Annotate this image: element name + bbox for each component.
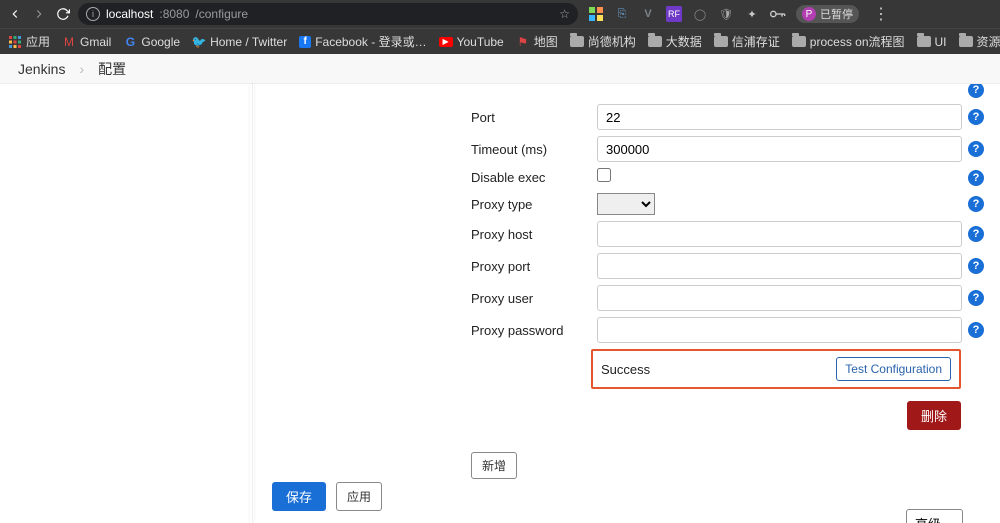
folder-icon: [917, 35, 931, 49]
port-input[interactable]: [597, 104, 962, 130]
twitter-icon: 🐦: [192, 35, 206, 49]
disable-exec-checkbox[interactable]: [597, 168, 611, 182]
port-label: Port: [471, 110, 591, 125]
bookmarks-bar: 应用 MGmail GGoogle 🐦Home / Twitter fFaceb…: [0, 28, 1000, 54]
proxy-host-input[interactable]: [597, 221, 962, 247]
help-icon[interactable]: ?: [968, 196, 984, 212]
test-configuration-button[interactable]: Test Configuration: [836, 357, 951, 381]
advanced-button[interactable]: 高级…: [906, 509, 963, 523]
test-configuration-box: Success Test Configuration: [591, 349, 961, 389]
folder-icon: [792, 35, 806, 49]
folder-icon: [714, 35, 728, 49]
test-status: Success: [601, 362, 650, 377]
delete-button[interactable]: 删除: [907, 401, 961, 430]
form-area: ? Port ? Timeout (ms) ? Disable exec ? P…: [471, 84, 984, 523]
add-button[interactable]: 新增: [471, 452, 517, 479]
proxy-user-label: Proxy user: [471, 291, 591, 306]
profile-status[interactable]: P 已暂停: [796, 5, 859, 23]
proxy-host-label: Proxy host: [471, 227, 591, 242]
key-icon[interactable]: [770, 6, 786, 22]
apps-icon: [8, 35, 22, 49]
extension-icons: ⎘ V RF ◯ 🛡 ✦ P 已暂停 ⋮: [588, 4, 889, 24]
bookmark-google[interactable]: GGoogle: [123, 35, 180, 49]
footer-buttons: 保存 应用: [272, 482, 382, 511]
forward-button[interactable]: [30, 5, 48, 23]
bookmark-gmail[interactable]: MGmail: [62, 35, 111, 49]
bookmark-star-icon[interactable]: ☆: [559, 7, 570, 21]
timeout-label: Timeout (ms): [471, 142, 591, 157]
bookmark-folder-3[interactable]: 信浦存证: [714, 33, 780, 50]
proxy-type-label: Proxy type: [471, 197, 591, 212]
ext-icon-1[interactable]: [588, 6, 604, 22]
sidebar: [0, 84, 253, 523]
ext-icon-rf[interactable]: RF: [666, 6, 682, 22]
breadcrumb: Jenkins › 配置: [0, 54, 1000, 84]
url-host: localhost: [106, 7, 153, 21]
site-info-icon[interactable]: i: [86, 7, 100, 21]
help-icon[interactable]: ?: [968, 84, 984, 98]
youtube-icon: ▶: [439, 37, 453, 47]
extensions-puzzle-icon[interactable]: ✦: [744, 6, 760, 22]
reload-button[interactable]: [54, 5, 72, 23]
help-icon[interactable]: ?: [968, 258, 984, 274]
address-bar[interactable]: i localhost :8080/configure ☆: [78, 3, 578, 25]
back-button[interactable]: [6, 5, 24, 23]
profile-status-label: 已暂停: [820, 6, 853, 22]
bookmark-apps[interactable]: 应用: [8, 33, 50, 50]
save-button[interactable]: 保存: [272, 482, 326, 511]
bookmark-youtube[interactable]: ▶YouTube: [439, 35, 504, 49]
bookmark-folder-5[interactable]: UI: [917, 35, 947, 49]
breadcrumb-sep: ›: [79, 61, 84, 77]
ext-icon-2[interactable]: ⎘: [614, 6, 630, 22]
folder-icon: [959, 35, 973, 49]
maps-icon: ⚑: [516, 35, 530, 49]
help-icon[interactable]: ?: [968, 109, 984, 125]
vue-icon[interactable]: V: [640, 6, 656, 22]
ext-icon-circle[interactable]: ◯: [692, 6, 708, 22]
bookmark-folder-4[interactable]: process on流程图: [792, 33, 905, 50]
browser-menu-icon[interactable]: ⋮: [873, 4, 889, 24]
apply-button[interactable]: 应用: [336, 482, 382, 511]
help-icon[interactable]: ?: [968, 226, 984, 242]
help-icon[interactable]: ?: [968, 322, 984, 338]
gmail-icon: M: [62, 35, 76, 49]
proxy-port-input[interactable]: [597, 253, 962, 279]
bookmark-facebook[interactable]: fFacebook - 登录或…: [299, 33, 426, 50]
ext-icon-shield[interactable]: 🛡: [718, 6, 734, 22]
proxy-password-label: Proxy password: [471, 323, 591, 338]
folder-icon: [648, 35, 662, 49]
url-port: :8080: [159, 7, 189, 21]
breadcrumb-root[interactable]: Jenkins: [18, 61, 65, 77]
help-icon[interactable]: ?: [968, 290, 984, 306]
breadcrumb-current[interactable]: 配置: [98, 59, 126, 79]
bookmark-twitter[interactable]: 🐦Home / Twitter: [192, 35, 287, 49]
facebook-icon: f: [299, 36, 311, 48]
proxy-password-input[interactable]: [597, 317, 962, 343]
bookmark-folder-6[interactable]: 资源网站: [959, 33, 1000, 50]
proxy-type-select[interactable]: [597, 193, 655, 215]
disable-exec-label: Disable exec: [471, 170, 591, 185]
browser-toolbar: i localhost :8080/configure ☆ ⎘ V RF ◯ 🛡 …: [0, 0, 1000, 28]
folder-icon: [570, 35, 584, 49]
url-path: /configure: [195, 7, 248, 21]
bookmark-folder-1[interactable]: 尚德机构: [570, 33, 636, 50]
bookmark-maps[interactable]: ⚑地图: [516, 33, 558, 50]
main-content: ? Port ? Timeout (ms) ? Disable exec ? P…: [253, 84, 1000, 523]
bookmark-folder-2[interactable]: 大数据: [648, 33, 702, 50]
proxy-port-label: Proxy port: [471, 259, 591, 274]
help-icon[interactable]: ?: [968, 170, 984, 186]
proxy-user-input[interactable]: [597, 285, 962, 311]
google-icon: G: [123, 35, 137, 49]
timeout-input[interactable]: [597, 136, 962, 162]
profile-avatar: P: [802, 7, 816, 21]
help-icon[interactable]: ?: [968, 141, 984, 157]
